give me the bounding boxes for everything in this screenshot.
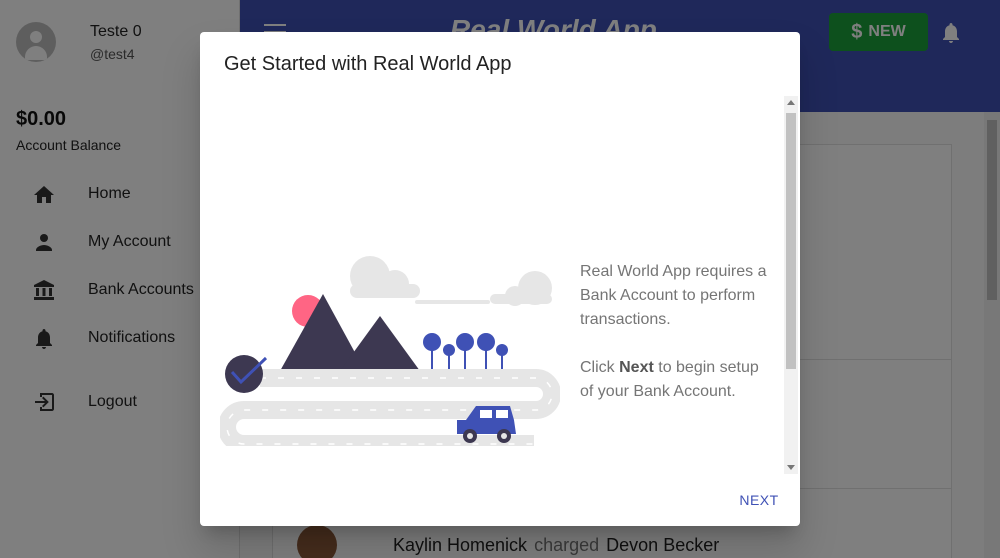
next-instruction-text: Click Next to begin setup of your Bank A… (580, 359, 759, 400)
scroll-up-icon[interactable] (787, 100, 795, 105)
next-button[interactable]: NEXT (732, 484, 786, 516)
dialog-description: Real World App requires a Bank Account t… (580, 260, 770, 404)
onboarding-illustration (220, 256, 560, 446)
dialog-scrollbar[interactable] (784, 96, 798, 474)
bank-account-requirement-text: Real World App requires a Bank Account t… (580, 263, 767, 328)
next-keyword: Next (619, 359, 654, 376)
onboarding-dialog: Get Started with Real World App Real Wor… (200, 32, 800, 526)
dialog-title: Get Started with Real World App (224, 53, 512, 75)
scroll-thumb[interactable] (786, 113, 796, 369)
dialog-content: Real World App requires a Bank Account t… (200, 96, 800, 474)
scroll-down-icon[interactable] (787, 465, 795, 470)
